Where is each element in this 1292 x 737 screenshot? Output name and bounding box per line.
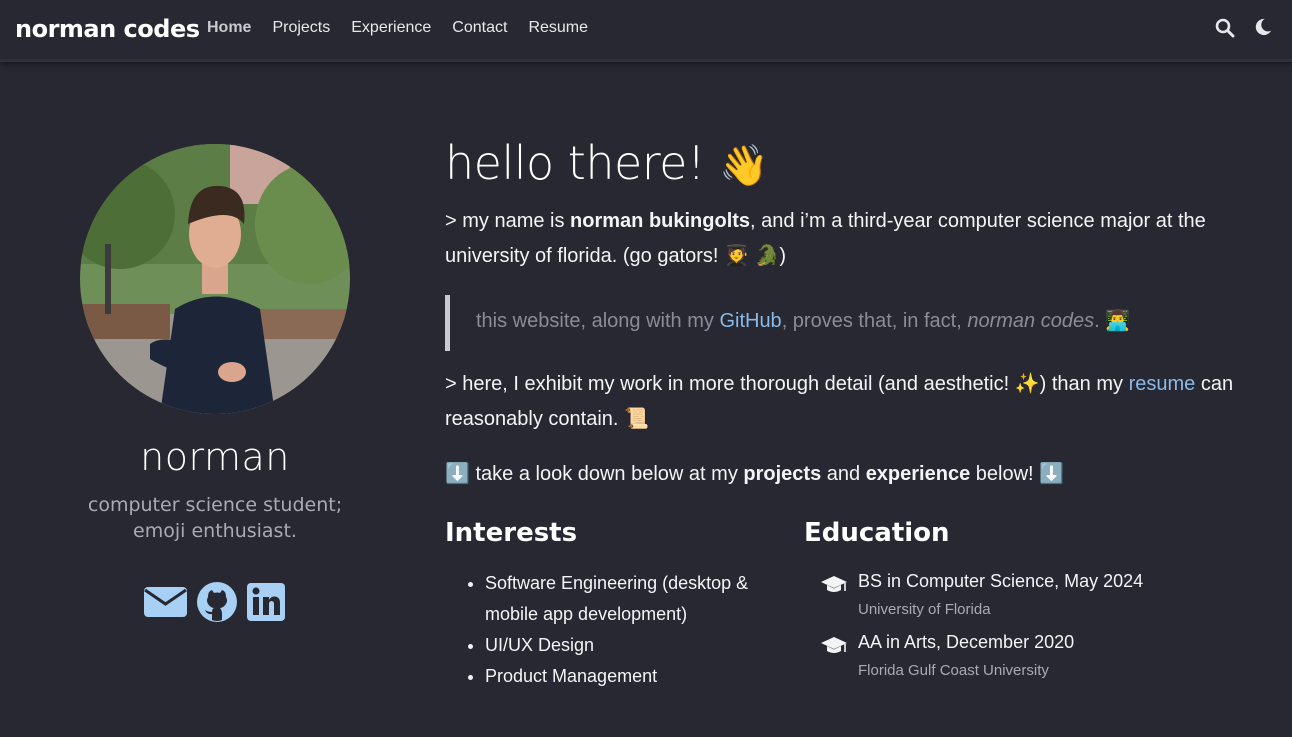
blockquote: this website, along with my GitHub, prov… xyxy=(445,295,1265,351)
list-item: Software Engineering (desktop & mobile a… xyxy=(485,568,785,630)
full-name: norman bukingolts xyxy=(570,210,751,232)
profile-photo xyxy=(80,144,350,414)
nav-home-link[interactable]: Home xyxy=(207,19,251,37)
email-icon[interactable] xyxy=(144,585,187,624)
quote-text: this website, along with my xyxy=(476,310,720,332)
waving-hand-emoji: 👋 xyxy=(719,143,769,189)
nav-links: Home Projects Experience Contact Resume xyxy=(207,19,609,37)
nav-projects-link[interactable]: Projects xyxy=(272,19,330,37)
projects-bold: projects xyxy=(743,463,822,485)
nav-contact-link[interactable]: Contact xyxy=(452,19,507,37)
intro-text: > my name is xyxy=(445,210,571,232)
school-name: University of Florida xyxy=(858,601,991,618)
degree-title: BS in Computer Science, May 2024 xyxy=(858,571,1144,591)
graduation-cap-icon xyxy=(820,575,848,595)
list-item: Product Management xyxy=(485,661,785,692)
moon-icon[interactable] xyxy=(1254,18,1274,38)
search-icon[interactable] xyxy=(1215,18,1235,38)
social-links xyxy=(144,581,285,628)
nav-experience-link[interactable]: Experience xyxy=(351,19,431,37)
tagline-line-1: computer science student; xyxy=(87,494,343,516)
resume-link[interactable]: resume xyxy=(1129,373,1196,395)
degree-title: AA in Arts, December 2020 xyxy=(858,632,1075,652)
linkedin-icon[interactable] xyxy=(247,582,285,627)
exhibit-text: > here, I exhibit my work in more thorou… xyxy=(445,373,1129,395)
interests-list: Software Engineering (desktop & mobile a… xyxy=(468,568,785,692)
hero-heading: hello there! 👋 xyxy=(445,136,769,190)
quote-emphasis: norman codes xyxy=(967,310,1095,332)
github-link[interactable]: GitHub xyxy=(719,310,781,332)
graduation-cap-icon xyxy=(820,636,848,656)
exhibit-paragraph: > here, I exhibit my work in more thorou… xyxy=(445,367,1275,437)
tagline-line-2: emoji enthusiast. xyxy=(133,520,297,542)
site-brand[interactable]: norman codes xyxy=(15,15,200,43)
list-item: UI/UX Design xyxy=(485,630,785,661)
school-name: Florida Gulf Coast University xyxy=(858,662,1049,679)
navbar: norman codes Home Projects Experience Co… xyxy=(0,0,1292,62)
look-text-mid: and xyxy=(821,463,866,485)
nav-icons xyxy=(1215,18,1274,38)
experience-bold: experience xyxy=(865,463,971,485)
quote-text-mid: , proves that, in fact, xyxy=(781,310,968,332)
intro-paragraph: > my name is norman bukingolts, and i’m … xyxy=(445,204,1275,274)
education-heading: Education xyxy=(804,518,950,548)
profile-name: norman xyxy=(140,435,290,479)
nav-resume-link[interactable]: Resume xyxy=(528,19,588,37)
interests-heading: Interests xyxy=(445,518,578,548)
look-text-end: below! ⬇️ xyxy=(970,463,1065,485)
look-below-paragraph: ⬇️ take a look down below at my projects… xyxy=(445,457,1275,492)
profile-tagline: computer science student; emoji enthusia… xyxy=(60,492,370,544)
look-text: ⬇️ take a look down below at my xyxy=(445,463,744,485)
github-icon[interactable] xyxy=(196,581,238,628)
quote-text-end: . 👨‍💻 xyxy=(1094,310,1131,332)
hero-text: hello there! xyxy=(445,136,705,190)
